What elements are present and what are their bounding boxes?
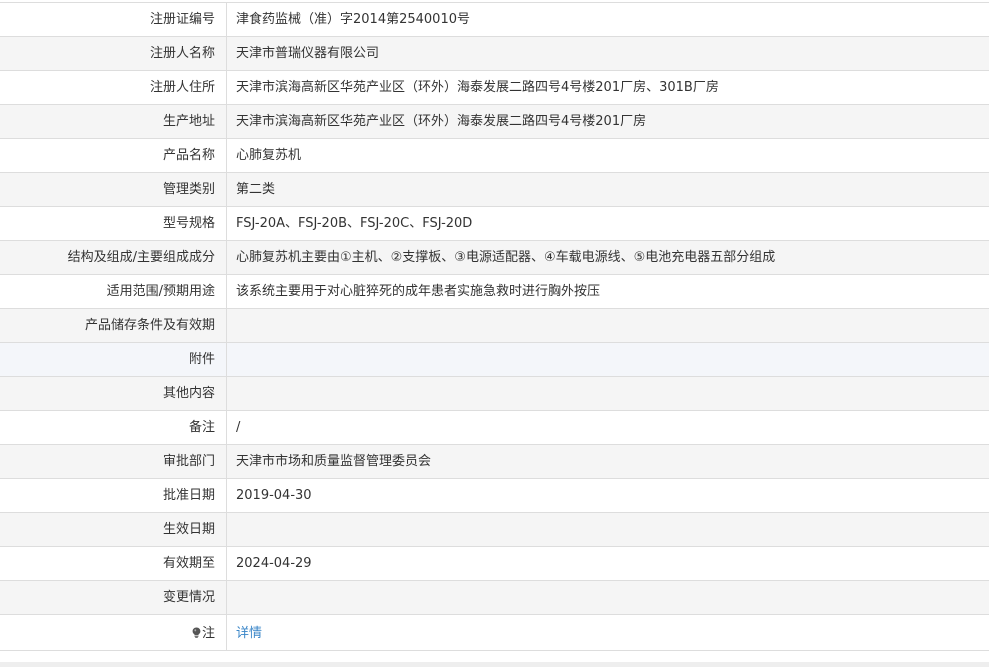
note-label-text: 注 <box>201 626 215 641</box>
field-label: 附件 <box>0 343 227 376</box>
field-label: 生产地址 <box>0 105 227 138</box>
field-value <box>227 343 989 376</box>
field-label: 批准日期 <box>0 479 227 512</box>
field-value: 2019-04-30 <box>236 488 312 503</box>
row-attachments: 附件 <box>0 343 989 377</box>
field-value: / <box>236 420 241 435</box>
field-label: 产品储存条件及有效期 <box>0 309 227 342</box>
field-value <box>227 377 989 410</box>
field-label: 其他内容 <box>0 377 227 410</box>
field-label: 结构及组成/主要组成成分 <box>0 241 227 274</box>
field-value: 该系统主要用于对心脏猝死的成年患者实施急救时进行胸外按压 <box>236 284 601 299</box>
field-value <box>227 309 989 342</box>
field-value: FSJ-20A、FSJ-20B、FSJ-20C、FSJ-20D <box>236 216 473 231</box>
field-label: 管理类别 <box>0 173 227 206</box>
field-label: 有效期至 <box>0 547 227 580</box>
row-production-address: 生产地址 天津市滨海高新区华苑产业区（环外）海泰发展二路四号4号楼201厂房 <box>0 105 989 139</box>
row-product-name: 产品名称 心肺复苏机 <box>0 139 989 173</box>
field-label: 适用范围/预期用途 <box>0 275 227 308</box>
lightbulb-icon <box>192 616 201 638</box>
field-value: 心肺复苏机 <box>236 148 302 163</box>
detail-link[interactable]: 详情 <box>236 626 262 641</box>
field-value: 2024-04-29 <box>236 556 312 571</box>
row-note: 注 详情 <box>0 615 989 651</box>
field-label: 变更情况 <box>0 581 227 614</box>
field-value <box>227 513 989 546</box>
field-label: 注册人住所 <box>0 71 227 104</box>
field-value <box>227 581 989 614</box>
page-bottom-band <box>0 662 989 667</box>
row-remarks: 备注 / <box>0 411 989 445</box>
row-model-spec: 型号规格 FSJ-20A、FSJ-20B、FSJ-20C、FSJ-20D <box>0 207 989 241</box>
field-value: 心肺复苏机主要由①主机、②支撑板、③电源适配器、④车载电源线、⑤电池充电器五部分… <box>236 250 776 265</box>
row-effective-date: 生效日期 <box>0 513 989 547</box>
field-value: 天津市市场和质量监督管理委员会 <box>236 454 432 469</box>
field-label: 型号规格 <box>0 207 227 240</box>
row-storage-validity: 产品储存条件及有效期 <box>0 309 989 343</box>
field-label: 审批部门 <box>0 445 227 478</box>
field-label: 备注 <box>0 411 227 444</box>
row-other-content: 其他内容 <box>0 377 989 411</box>
row-registration-number: 注册证编号 津食药监械（准）字2014第2540010号 <box>0 3 989 37</box>
registration-detail-table: 注册证编号 津食药监械（准）字2014第2540010号 注册人名称 天津市普瑞… <box>0 2 989 651</box>
row-intended-use: 适用范围/预期用途 该系统主要用于对心脏猝死的成年患者实施急救时进行胸外按压 <box>0 275 989 309</box>
note-value: 详情 <box>227 615 989 650</box>
row-registrant-address: 注册人住所 天津市滨海高新区华苑产业区（环外）海泰发展二路四号4号楼201厂房、… <box>0 71 989 105</box>
field-value: 天津市普瑞仪器有限公司 <box>236 46 380 61</box>
field-label: 生效日期 <box>0 513 227 546</box>
field-label: 注册人名称 <box>0 37 227 70</box>
field-label: 注册证编号 <box>0 3 227 36</box>
row-management-category: 管理类别 第二类 <box>0 173 989 207</box>
row-approval-date: 批准日期 2019-04-30 <box>0 479 989 513</box>
field-value: 津食药监械（准）字2014第2540010号 <box>236 12 470 27</box>
field-value: 第二类 <box>236 182 276 197</box>
row-approval-department: 审批部门 天津市市场和质量监督管理委员会 <box>0 445 989 479</box>
note-label: 注 <box>0 615 227 650</box>
row-change-status: 变更情况 <box>0 581 989 615</box>
row-structure-composition: 结构及组成/主要组成成分 心肺复苏机主要由①主机、②支撑板、③电源适配器、④车载… <box>0 241 989 275</box>
field-value: 天津市滨海高新区华苑产业区（环外）海泰发展二路四号4号楼201厂房 <box>236 114 647 129</box>
row-valid-until: 有效期至 2024-04-29 <box>0 547 989 581</box>
field-label: 产品名称 <box>0 139 227 172</box>
field-value: 天津市滨海高新区华苑产业区（环外）海泰发展二路四号4号楼201厂房、301B厂房 <box>236 80 719 95</box>
row-registrant-name: 注册人名称 天津市普瑞仪器有限公司 <box>0 37 989 71</box>
